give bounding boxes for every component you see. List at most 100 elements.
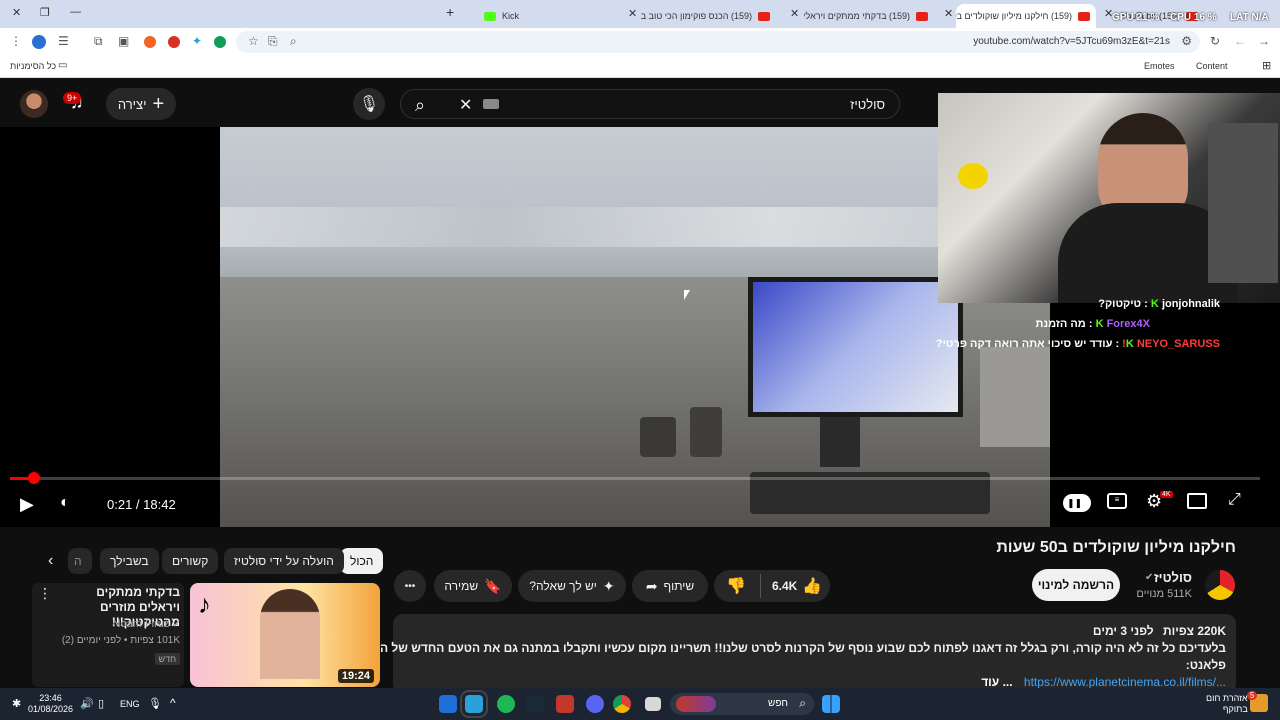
accessibility-icon[interactable]: ✱ — [12, 697, 21, 710]
network-icon[interactable]: ▯ — [98, 697, 104, 710]
language-indicator[interactable]: ENG — [120, 699, 140, 709]
extensions-puzzle-icon[interactable]: ⧉ — [94, 34, 103, 49]
plus-icon: + — [152, 92, 165, 115]
extension-window-icon[interactable]: ▣ — [118, 34, 129, 48]
volume-icon[interactable]: ◐ — [60, 494, 70, 512]
tab-viral-candy[interactable]: (159) בדקתי ממתקים ויראלים מ... — [804, 4, 934, 28]
tab-active-video[interactable]: (159) חילקנו מיליון שוקולדים ב50... — [956, 4, 1096, 28]
search-input[interactable]: סולטיז — [850, 97, 885, 112]
tab-kick[interactable]: Kick — [478, 4, 598, 28]
play-icon[interactable]: ▶ — [20, 494, 34, 515]
address-bar[interactable]: ☆ ⎘ ⌕ youtube.com/watch?v=5JTcu69m3zE&t=… — [236, 31, 1200, 53]
discord-icon[interactable] — [586, 695, 604, 713]
extension-blue-icon[interactable]: ✦ — [192, 34, 202, 48]
more-actions-button[interactable]: ••• — [394, 570, 426, 602]
kick-badge-icon: K — [1095, 318, 1104, 330]
chrome-icon[interactable] — [613, 695, 631, 713]
close-window-icon[interactable]: ✕ — [12, 6, 21, 19]
like-icon[interactable]: 👍 — [802, 576, 822, 596]
close-tab-icon[interactable]: ✕ — [628, 7, 637, 20]
menu-dots-icon[interactable]: ⋮ — [10, 34, 22, 48]
close-tab-icon[interactable]: ✕ — [944, 7, 953, 20]
progress-handle[interactable] — [27, 472, 40, 484]
progress-bar[interactable] — [10, 472, 1260, 484]
grid-apps-icon[interactable]: ⊞ — [1262, 59, 1271, 72]
task-view-icon[interactable] — [439, 695, 457, 713]
chat-message: K jonjohnalik : טיקטוק? — [1098, 298, 1220, 310]
all-bookmarks-link[interactable]: כל הסימניות — [10, 61, 56, 71]
windows-start-icon[interactable] — [822, 695, 840, 713]
zoom-icon[interactable]: ⌕ — [290, 34, 297, 49]
channel-avatar[interactable] — [1205, 570, 1235, 600]
search-icon[interactable]: ⌕ — [415, 95, 425, 116]
extension-list-icon[interactable]: ☰ — [58, 34, 69, 48]
share-button[interactable]: שיתוף ➦ — [632, 570, 708, 602]
site-settings-icon[interactable]: ⚙ — [1181, 34, 1192, 48]
microphone-tray-icon[interactable]: 🎙 — [148, 697, 162, 710]
extension-orange-icon[interactable] — [144, 36, 156, 48]
voice-search-button[interactable]: 🎙 — [353, 88, 385, 120]
forward-arrow-icon[interactable]: ← — [1234, 34, 1246, 48]
reload-icon[interactable]: ↻ — [1210, 34, 1220, 48]
minimize-window-icon[interactable]: — — [70, 6, 81, 18]
show-more-link[interactable]: עוד — [981, 675, 999, 689]
chip-for-you[interactable]: בשבילך — [100, 548, 159, 574]
channel-name[interactable]: סולטיז — [1154, 570, 1192, 585]
recommended-thumbnail[interactable]: ♪ 19:24 — [190, 583, 380, 687]
autoplay-toggle[interactable]: ❚❚ — [1063, 494, 1091, 512]
back-arrow-icon[interactable]: → — [1258, 34, 1270, 48]
tab-pokemon[interactable]: (159) הכנס פוקימון הכי טוב ביש... — [640, 4, 776, 28]
spotify-icon[interactable] — [497, 695, 515, 713]
blurred-background — [220, 207, 1050, 247]
fullscreen-icon[interactable]: ⤢ — [1228, 491, 1241, 509]
subtitles-icon[interactable]: ≡ — [1107, 493, 1127, 509]
taskbar-search-box[interactable]: חפש ⌕ — [670, 693, 814, 715]
subscribe-button[interactable]: הרשמה למינוי — [1032, 569, 1120, 601]
search-box[interactable]: ⌕ ✕ סולטיז — [400, 89, 900, 119]
keyboard-icon[interactable] — [483, 99, 499, 109]
weather-subtitle: בתוקף — [1222, 704, 1248, 714]
planet-cinema-link[interactable]: https://www.planetcinema.co.il/films/... — [1024, 675, 1226, 689]
video-frame[interactable] — [220, 127, 1050, 527]
clear-search-icon[interactable]: ✕ — [459, 95, 472, 115]
bookmark-emotes[interactable]: Emotes — [1144, 61, 1175, 71]
theater-mode-icon[interactable] — [1187, 493, 1207, 509]
close-tab-icon[interactable]: ✕ — [790, 7, 799, 20]
chip-all[interactable]: הכול — [340, 548, 384, 574]
clock[interactable]: 23:46 01/08/2026 — [28, 693, 73, 715]
restore-window-icon[interactable]: ❐ — [40, 6, 50, 19]
create-button[interactable]: + יצירה — [106, 88, 176, 120]
chip-uploaded-by-channel[interactable]: הועלה על ידי סולטיז — [224, 548, 344, 574]
extension-green-icon[interactable] — [214, 36, 226, 48]
speaker-icon[interactable]: 🔊 — [80, 697, 94, 710]
dislike-icon[interactable]: 👎 — [726, 576, 746, 596]
description-line-2: פלאנט: — [1185, 658, 1226, 672]
like-count[interactable]: 6.4K — [772, 579, 797, 593]
bookmark-star-icon[interactable]: ☆ — [248, 34, 259, 48]
more-options-icon[interactable]: ⋮ — [38, 585, 52, 602]
chip-overflow[interactable]: ה — [68, 548, 92, 574]
video-description[interactable]: 220K צפיות לפני 3 ימים בלעדיכם כל זה לא … — [333, 614, 1236, 694]
chip-related[interactable]: קשורים — [162, 548, 219, 574]
new-tab-button[interactable]: + — [446, 4, 454, 20]
extension-red-icon[interactable] — [168, 36, 180, 48]
duration-badge: 19:24 — [337, 669, 374, 683]
install-app-icon[interactable]: ⎘ — [268, 34, 278, 49]
tray-chevron-icon[interactable]: ^ — [170, 696, 176, 710]
recommended-info[interactable]: ⋮ בדקתי ממתקים ויראלים מוזרים מהטיקטוק!!… — [32, 583, 184, 687]
bookmark-content[interactable]: Content — [1196, 61, 1228, 71]
steam-icon[interactable] — [526, 695, 544, 713]
file-explorer-icon[interactable] — [645, 697, 661, 711]
microphone-icon: 🎙 — [358, 96, 380, 113]
chips-scroll-left-icon[interactable]: ‹ — [48, 552, 53, 570]
gpu-stat: GPU 21 % — [1112, 12, 1160, 23]
telegram-icon[interactable] — [460, 690, 488, 718]
description-line-1: בלעדיכם כל זה לא היה קורה, ורק בגלל זה ד… — [333, 641, 1226, 655]
kick-badge-icon: K — [1125, 338, 1134, 350]
extension-globe-icon[interactable] — [32, 35, 46, 49]
app-red-icon[interactable] — [556, 695, 574, 713]
weather-widget[interactable]: אזהרת חום בתוקף — [1206, 693, 1248, 715]
save-button[interactable]: 🔖 שמירה — [434, 570, 512, 602]
avatar[interactable] — [20, 90, 48, 118]
ask-ai-button[interactable]: ✦ יש לך שאלה? — [518, 570, 626, 602]
